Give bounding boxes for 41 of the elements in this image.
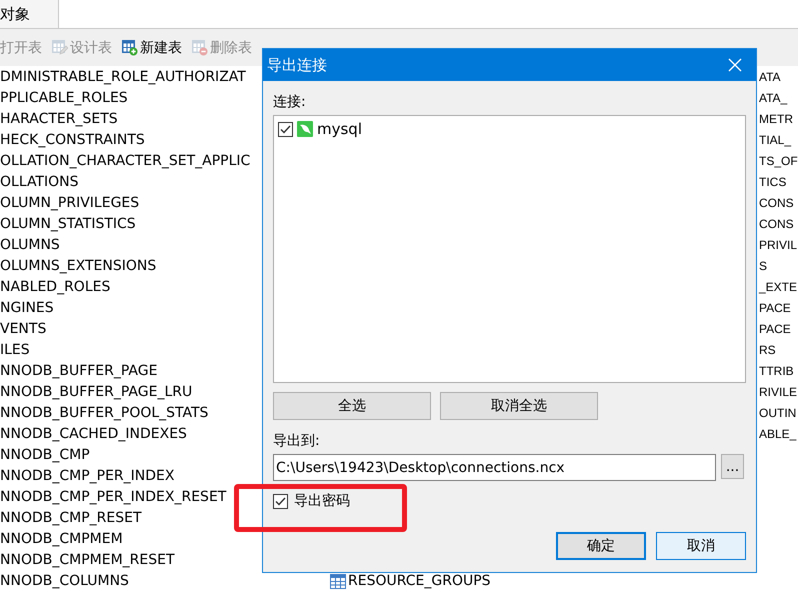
- objects-tab[interactable]: 对象: [0, 0, 59, 28]
- select-button[interactable]: 全选: [273, 392, 431, 420]
- cancel-button[interactable]: 取消: [656, 532, 746, 560]
- table-icon: [330, 574, 346, 589]
- dialog-title: 导出连接: [267, 56, 327, 74]
- browse-button[interactable]: ...: [721, 454, 744, 479]
- table-name[interactable]: TTRIB: [759, 361, 798, 382]
- ok-button[interactable]: 确定: [556, 532, 646, 560]
- table-name[interactable]: CONS: [759, 193, 798, 214]
- table-name[interactable]: RS: [759, 340, 798, 361]
- path-field[interactable]: C:\Users\19423\Desktop\connections.ncx: [273, 454, 716, 481]
- table-name[interactable]: PACE: [759, 298, 798, 319]
- table-name[interactable]: TS_OF: [759, 151, 798, 172]
- table-name[interactable]: METR: [759, 109, 798, 130]
- table-name[interactable]: OUTIN: [759, 403, 798, 424]
- table-name[interactable]: PACE: [759, 319, 798, 340]
- export-password-label[interactable]: 导出密码: [294, 492, 350, 510]
- table-name[interactable]: RIVILE: [759, 382, 798, 403]
- select-button[interactable]: 取消全选: [440, 392, 598, 420]
- table-name[interactable]: ATA_: [759, 88, 798, 109]
- table-name[interactable]: RESOURCE_GROUPS: [348, 571, 491, 592]
- table-name[interactable]: TICS: [759, 172, 798, 193]
- close-icon[interactable]: [728, 58, 742, 72]
- export-to-label: 导出到:: [273, 432, 321, 451]
- table-name[interactable]: TIAL_: [759, 130, 798, 151]
- table-name[interactable]: ABLE_: [759, 424, 798, 445]
- table-remove-icon: [191, 39, 208, 56]
- checkbox[interactable]: [278, 122, 293, 136]
- checkbox[interactable]: [273, 494, 288, 508]
- connection-name[interactable]: mysql: [317, 120, 362, 138]
- table-name[interactable]: ATA: [759, 67, 798, 88]
- table-name[interactable]: S: [759, 256, 798, 277]
- table-name[interactable]: PRIVIL: [759, 235, 798, 256]
- toolbar-button[interactable]: 新建表: [121, 38, 182, 56]
- table-name[interactable]: NNODB_COLUMNS: [0, 571, 330, 592]
- table-add-icon: [121, 39, 138, 56]
- table-name[interactable]: _EXTE: [759, 277, 798, 298]
- connections-label: 连接:: [273, 93, 307, 112]
- dolphin-icon: [297, 121, 313, 137]
- table-edit-icon: [51, 39, 68, 56]
- table-name[interactable]: CONS: [759, 214, 798, 235]
